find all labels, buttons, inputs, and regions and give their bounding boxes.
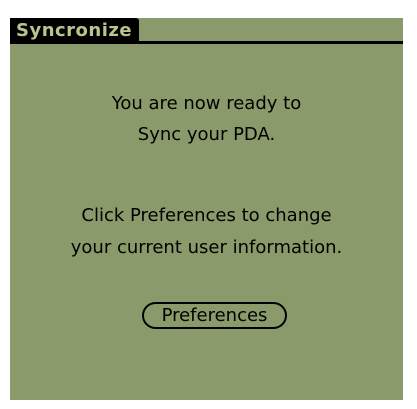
preferences-hint-line-2: your current user information.: [70, 237, 343, 258]
title-bar: Syncronize: [10, 18, 403, 44]
pda-screen: Syncronize You are now ready to Sync you…: [10, 18, 403, 400]
preferences-button[interactable]: Preferences: [142, 302, 287, 329]
ready-message-line-2: Sync your PDA.: [137, 124, 276, 145]
window-title: Syncronize: [10, 18, 140, 44]
ready-message-line-1: You are now ready to: [111, 93, 302, 114]
preferences-hint-line-1: Click Preferences to change: [81, 205, 332, 226]
